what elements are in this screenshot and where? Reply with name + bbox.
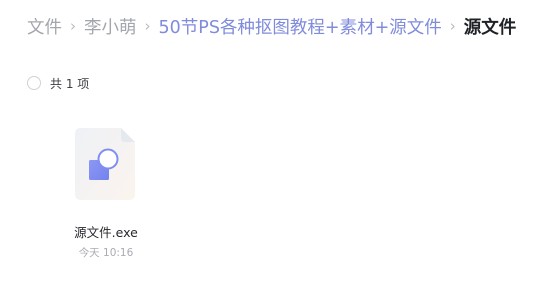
- chevron-right-icon: ›: [70, 17, 76, 35]
- breadcrumb-item-user[interactable]: 李小萌: [84, 14, 137, 39]
- file-browser-page: 文件 › 李小萌 › 50节PS各种抠图教程+素材+源文件 › 源文件 共 1 …: [0, 0, 538, 305]
- selection-bar: 共 1 项: [27, 75, 89, 91]
- breadcrumb-item-files[interactable]: 文件: [27, 14, 62, 39]
- chevron-right-icon: ›: [144, 17, 151, 35]
- breadcrumb-item-folder[interactable]: 50节PS各种抠图教程+素材+源文件: [159, 14, 442, 39]
- executable-file-icon: [75, 128, 135, 200]
- file-modified-time: 今天 10:16: [78, 247, 134, 259]
- file-name: 源文件.exe: [74, 225, 138, 240]
- file-item[interactable]: 源文件.exe 今天 10:16: [60, 122, 152, 262]
- breadcrumb: 文件 › 李小萌 › 50节PS各种抠图教程+素材+源文件 › 源文件: [27, 12, 516, 40]
- chevron-right-icon: ›: [449, 17, 456, 35]
- breadcrumb-item-current: 源文件: [463, 17, 517, 38]
- select-all-checkbox[interactable]: [27, 76, 41, 90]
- item-count: 共 1 项: [50, 76, 90, 91]
